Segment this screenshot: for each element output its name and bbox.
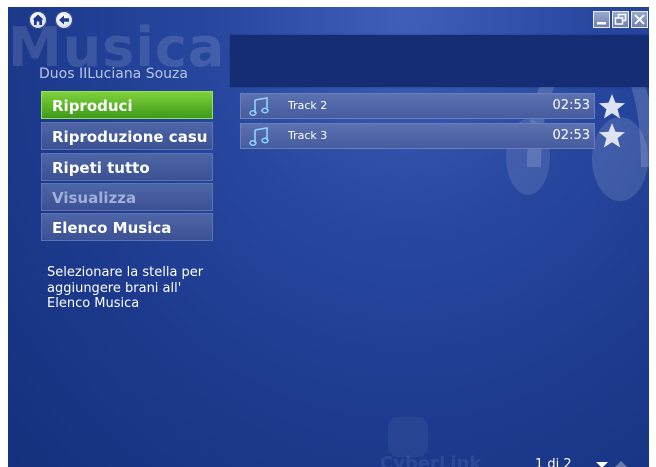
brand-watermark: CyberLink <box>380 453 482 467</box>
track-duration: 02:53 <box>552 98 590 113</box>
music-note-icon <box>249 97 269 116</box>
menu-music-list-button[interactable]: Elenco Musica <box>41 213 213 241</box>
screen: Musica CyberLink Duos IILuciana Souza Ri… <box>0 0 656 467</box>
artist-name: Duos IILuciana Souza <box>39 66 188 82</box>
restore-button[interactable] <box>612 11 629 28</box>
page-down-icon[interactable] <box>595 461 609 467</box>
now-playing-title-bar <box>230 35 649 87</box>
minimize-icon <box>597 22 606 25</box>
menu-play-button[interactable]: Riproduci <box>41 91 213 119</box>
menu-view-button[interactable]: Visualizza <box>41 183 213 211</box>
menu-shuffle-button[interactable]: Riproduzione casu <box>41 122 213 150</box>
close-icon <box>634 14 645 25</box>
back-button[interactable] <box>55 11 73 29</box>
track-row[interactable]: Track 2 02:53 <box>240 93 595 119</box>
minimize-button[interactable] <box>593 11 610 28</box>
restore-icon <box>614 13 627 25</box>
page-up-icon[interactable] <box>614 460 628 467</box>
track-duration: 02:53 <box>552 128 590 143</box>
music-note-icon <box>249 127 269 146</box>
page-indicator: 1 di 2 <box>535 457 572 467</box>
add-to-list-star-icon[interactable] <box>598 93 626 120</box>
instruction-text: Selezionare la stella per aggiungere bra… <box>47 265 204 311</box>
track-name: Track 3 <box>288 129 328 142</box>
back-arrow-icon <box>59 15 69 25</box>
track-row[interactable]: Track 3 02:53 <box>240 123 595 149</box>
close-button[interactable] <box>631 11 648 28</box>
add-to-list-star-icon[interactable] <box>598 122 626 149</box>
home-button[interactable] <box>29 11 47 29</box>
menu-repeat-all-button[interactable]: Ripeti tutto <box>41 153 213 181</box>
home-icon <box>32 14 44 25</box>
track-name: Track 2 <box>288 99 328 112</box>
music-app-window: Musica CyberLink Duos IILuciana Souza Ri… <box>8 7 649 467</box>
